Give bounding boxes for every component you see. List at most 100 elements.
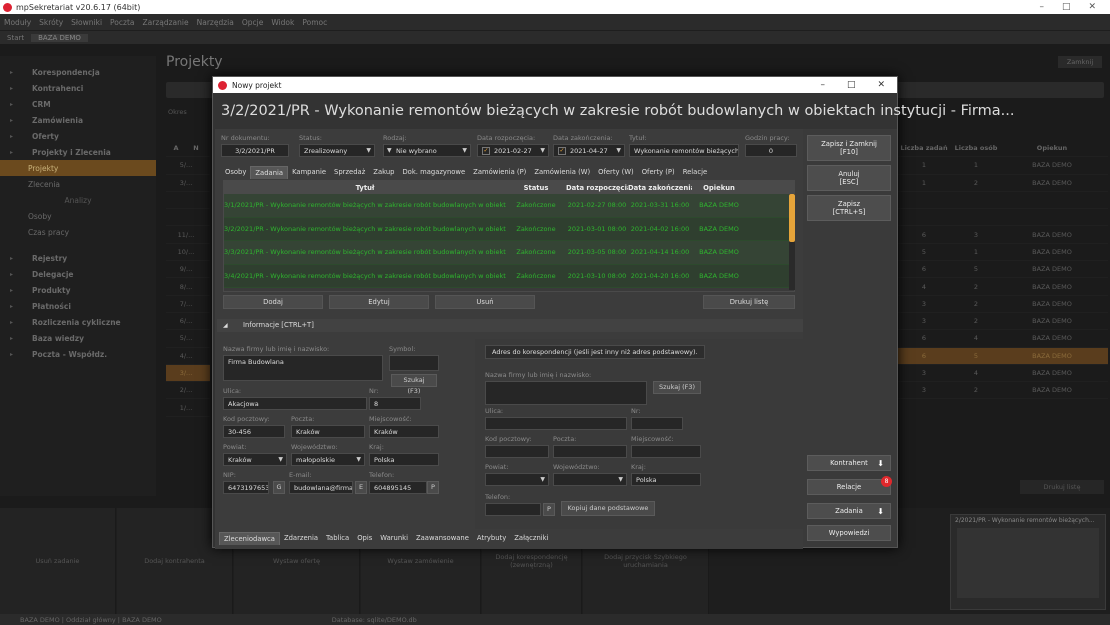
voivodeship-select[interactable]: małopolskie ▼ xyxy=(291,453,365,466)
menu-item[interactable]: Widok xyxy=(267,18,298,27)
end-date-field[interactable]: ✓ 2021-04-27 ▼ xyxy=(553,144,625,157)
search-button[interactable]: Szukaj (F3) xyxy=(391,374,437,395)
minimize-icon[interactable]: – xyxy=(820,80,825,90)
col-header[interactable]: Status xyxy=(506,184,566,192)
tab-relacje[interactable]: Relacje xyxy=(679,166,711,179)
tab-zaawansowane[interactable]: Zaawansowane xyxy=(412,532,473,545)
menu-item[interactable]: Pomoc xyxy=(298,18,331,27)
relations-button[interactable]: Relacje 8 xyxy=(807,476,892,495)
task-row[interactable]: 3/4/2021/PR - Wykonanie remontów bieżący… xyxy=(224,264,794,288)
menu-item[interactable]: Moduły xyxy=(0,18,35,27)
minimize-icon[interactable]: – xyxy=(1039,2,1044,12)
tab-kampanie[interactable]: Kampanie xyxy=(288,166,330,179)
post-office-field[interactable]: Kraków xyxy=(291,425,365,438)
tab-opis[interactable]: Opis xyxy=(353,532,376,545)
col-header[interactable]: Data rozpoczęcia xyxy=(566,184,628,192)
table-row[interactable]: 3 2 BAZA DEMO xyxy=(898,382,1108,400)
table-row[interactable] xyxy=(898,209,1108,227)
street-field[interactable]: Akacjowa xyxy=(223,397,367,410)
task-row[interactable]: 3/3/2021/PR - Wykonanie remontów bieżący… xyxy=(224,241,794,265)
task-row[interactable]: 3/1/2021/PR - Wykonanie remontów bieżący… xyxy=(224,194,794,218)
info-section-header[interactable]: ◢ Informacje [CTRL+T] xyxy=(217,319,805,332)
table-row[interactable]: 6 3 BAZA DEMO xyxy=(898,226,1108,244)
sidebar-item-osoby[interactable]: Osoby xyxy=(0,208,156,224)
country-field[interactable]: Polska xyxy=(369,453,439,466)
col-header[interactable]: Opiekun xyxy=(692,184,746,192)
addr-phone-button[interactable]: P xyxy=(543,503,555,516)
checkbox-checked-icon[interactable]: ✓ xyxy=(482,146,490,155)
county-select[interactable]: Kraków ▼ xyxy=(223,453,287,466)
project-preview[interactable]: 2/2021/PR - Wykonanie remontów bieżących… xyxy=(950,514,1106,610)
sidebar-item[interactable]: CRM xyxy=(0,96,156,112)
status-select[interactable]: Zrealizowany ▼ xyxy=(299,144,375,157)
table-row[interactable]: 1 2 BAZA DEMO xyxy=(898,175,1108,192)
table-row[interactable]: 6 5 BAZA DEMO xyxy=(898,347,1108,365)
tab-osoby[interactable]: Osoby xyxy=(221,166,250,179)
phone-field[interactable]: 604895145 xyxy=(369,481,427,494)
phone-button[interactable]: P xyxy=(427,481,439,494)
sidebar-item[interactable]: Zamówienia xyxy=(0,112,156,128)
maximize-icon[interactable]: □ xyxy=(847,80,856,90)
addr-postcode-field[interactable] xyxy=(485,445,549,458)
menu-item[interactable]: Opcje xyxy=(238,18,268,27)
tab-oferty-p[interactable]: Oferty (P) xyxy=(638,166,679,179)
print-list-button[interactable]: Drukuj listę xyxy=(703,295,795,309)
addr-county-select[interactable]: ▼ xyxy=(485,473,549,486)
tab-atrybuty[interactable]: Atrybuty xyxy=(473,532,510,545)
addr-post-field[interactable] xyxy=(553,445,627,458)
addr-voivodeship-select[interactable]: ▼ xyxy=(553,473,627,486)
sidebar-item[interactable]: Płatności xyxy=(0,298,156,314)
checkbox-checked-icon[interactable]: ✓ xyxy=(558,146,566,155)
sidebar-item[interactable]: Kontrahenci xyxy=(0,80,156,96)
contractor-button[interactable]: Kontrahent ⬇ xyxy=(807,455,891,471)
addr-search-button[interactable]: Szukaj (F3) xyxy=(653,381,701,394)
col-header[interactable]: Tytuł xyxy=(224,184,506,192)
tasks-button[interactable]: Zadania ⬇ xyxy=(807,503,891,519)
tab-oferty-w[interactable]: Oferty (W) xyxy=(594,166,638,179)
maximize-icon[interactable]: □ xyxy=(1062,2,1071,12)
sidebar-item-czas-pracy[interactable]: Czas pracy xyxy=(0,224,156,240)
col-header[interactable]: Data zakończenia xyxy=(628,184,692,192)
table-row[interactable]: 5 1 BAZA DEMO xyxy=(898,244,1108,262)
table-row[interactable]: 1 1 BAZA DEMO xyxy=(898,157,1108,175)
quick-tile[interactable]: Usuń zadanie xyxy=(0,508,116,614)
addr-street-field[interactable] xyxy=(485,417,627,430)
gus-button[interactable]: G xyxy=(273,481,285,494)
sidebar-item[interactable]: Rejestry xyxy=(0,250,156,266)
copy-address-button[interactable]: Kopiuj dane podstawowe xyxy=(561,501,655,516)
save-button[interactable]: Zapisz [CTRL+S] xyxy=(807,195,891,221)
add-task-button[interactable]: Dodaj xyxy=(223,295,323,309)
tab-zleceniodawca[interactable]: Zleceniodawca xyxy=(219,532,280,545)
tab-start[interactable]: Start xyxy=(0,34,31,42)
sidebar-item-zlecenia[interactable]: Zlecenia xyxy=(0,176,156,192)
addr-phone-field[interactable] xyxy=(485,503,541,516)
tab-tablica[interactable]: Tablica xyxy=(322,532,353,545)
table-row[interactable]: 4 2 BAZA DEMO xyxy=(898,278,1108,296)
sidebar-item[interactable]: Produkty xyxy=(0,282,156,298)
addr-country-field[interactable]: Polska xyxy=(631,473,701,486)
scrollbar-thumb[interactable] xyxy=(789,194,795,242)
client-name-field[interactable]: Firma Budowlana xyxy=(223,355,383,381)
menu-item[interactable]: Słowniki xyxy=(67,18,106,27)
collapse-icon[interactable]: ◢ xyxy=(223,319,228,332)
tab-dok-magazynowe[interactable]: Dok. magazynowe xyxy=(398,166,469,179)
menu-item[interactable]: Poczta xyxy=(106,18,138,27)
sidebar-item[interactable]: Rozliczenia cykliczne xyxy=(0,314,156,330)
task-row[interactable]: 3/2/2021/PR - Wykonanie remontów bieżący… xyxy=(224,217,794,241)
cancel-button[interactable]: Anuluj [ESC] xyxy=(807,165,891,191)
type-select[interactable]: ▼ Nie wybrano ▼ xyxy=(383,144,471,157)
menu-item[interactable]: Zarządzanie xyxy=(139,18,193,27)
close-icon[interactable]: ✕ xyxy=(1088,2,1096,12)
doc-number-field[interactable]: 3/2/2021/PR xyxy=(221,144,289,157)
tab-warunki[interactable]: Warunki xyxy=(376,532,412,545)
table-row[interactable]: 3 4 BAZA DEMO xyxy=(898,365,1108,383)
sidebar-item[interactable]: Poczta - Współdz. xyxy=(0,346,156,362)
addr-city-field[interactable] xyxy=(631,445,701,458)
email-button[interactable]: E xyxy=(355,481,367,494)
postcode-field[interactable]: 30-456 xyxy=(223,425,285,438)
hours-field[interactable]: 0 xyxy=(745,144,797,157)
email-field[interactable]: budowlana@firma. xyxy=(289,481,353,494)
menu-item[interactable]: Skróty xyxy=(35,18,67,27)
tab-sprzedaz[interactable]: Sprzedaż xyxy=(330,166,369,179)
addr-number-field[interactable] xyxy=(631,417,683,430)
